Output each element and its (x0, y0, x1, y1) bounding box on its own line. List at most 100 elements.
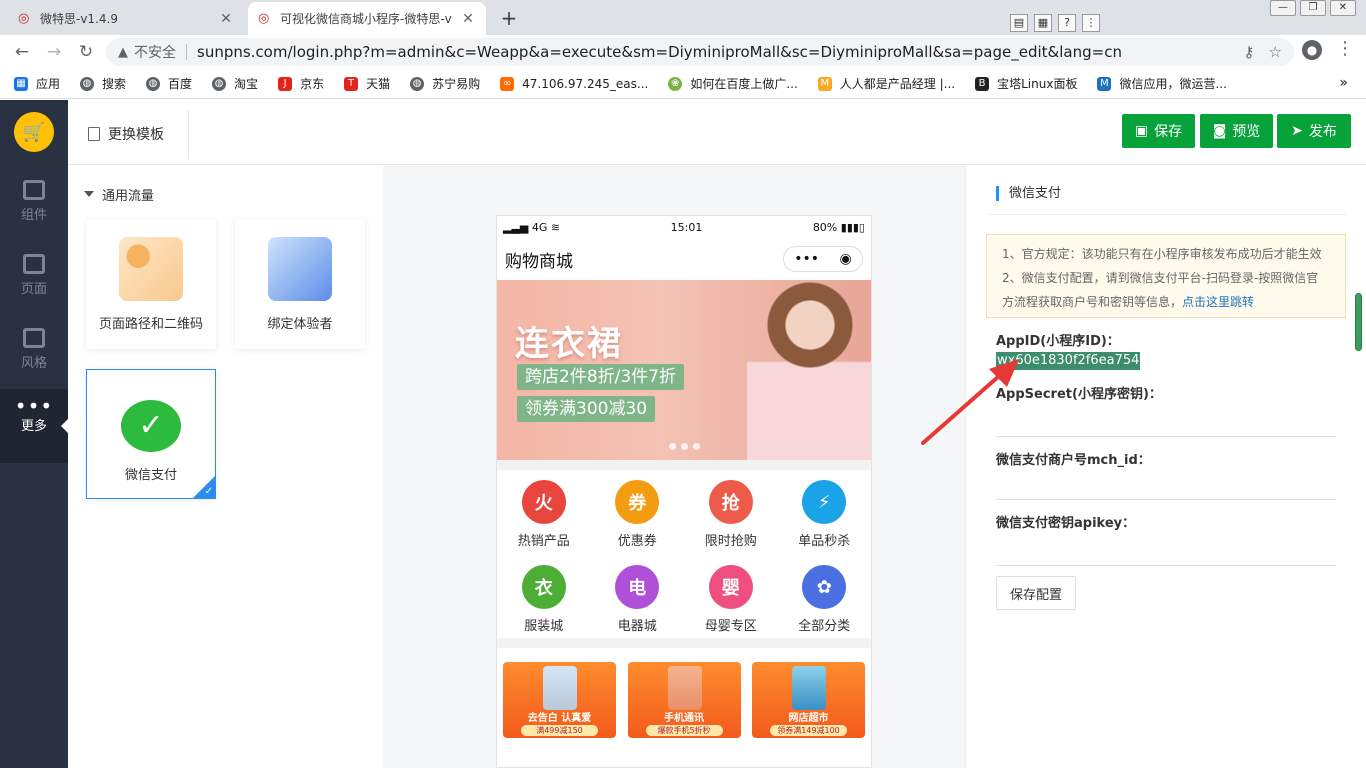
profile-avatar-icon[interactable]: ● (1302, 40, 1322, 60)
promo-card[interactable]: 手机通讯 爆款手机5折秒 (627, 662, 741, 738)
grid-item-appliance[interactable]: 电电器城 (591, 565, 685, 650)
bookmark-item[interactable]: M 微信应用，微运营... (1097, 75, 1227, 92)
bookmark-item[interactable]: M 人人都是产品经理 |... (817, 75, 956, 92)
shopping-cart-logo-icon[interactable]: 🛒 (14, 112, 54, 152)
promo-subtitle: 爆款手机5折秒 (645, 725, 723, 736)
mch-id-input[interactable] (996, 499, 1336, 500)
bookmark-item[interactable]: ◍ 苏宁易购 (410, 75, 480, 92)
window-close-icon[interactable]: ✕ (1330, 0, 1356, 16)
bookmark-item[interactable]: ∞ 47.106.97.245_eas... (500, 76, 648, 91)
grid-item-all-categories[interactable]: ✿ 全部分类 (778, 565, 872, 650)
restore-icon[interactable]: ❐ (1300, 0, 1326, 16)
new-tab-icon[interactable]: + (498, 6, 520, 30)
card-wechat-pay[interactable]: ✓ 微信支付 ✓ (86, 369, 216, 499)
sidebar-item-components[interactable]: 组件 (0, 172, 68, 246)
save-label: 保存 (1154, 124, 1183, 140)
card-label: 绑定体验者 (267, 317, 333, 332)
phone-nav-bar: 购物商城 ••• ◉ (497, 238, 871, 280)
card-label: 微信支付 (124, 468, 177, 483)
target-close-icon[interactable]: ◉ (840, 251, 852, 267)
bind-user-illustration-icon (268, 237, 332, 301)
lightning-icon: ⚡ (802, 480, 847, 524)
sidebar-item-style[interactable]: 风格 (0, 320, 68, 394)
grid-item-coupon[interactable]: 券优惠券 (591, 480, 685, 565)
banner-carousel[interactable]: 连衣裙 跨店2件8折/3件7折 领券满300减30 (497, 280, 871, 460)
publish-button[interactable]: ➤ 发布 (1277, 114, 1351, 148)
extensions-menu-icon[interactable]: ⋮ (1082, 14, 1100, 32)
m-icon: M (1097, 76, 1112, 91)
bookmark-label: 人人都是产品经理 |... (839, 77, 956, 91)
wechat-pay-icon: ✓ (121, 400, 181, 452)
sidebar-item-more[interactable]: ••• 更多 (0, 389, 68, 463)
grid-item-seckill[interactable]: ⚡ 单品秒杀 (778, 480, 872, 565)
reload-icon[interactable]: ↻ (74, 40, 98, 64)
site-logo-icon: ◎ (258, 10, 270, 26)
promo-title: 网店超市 (788, 713, 829, 724)
minimize-icon[interactable]: — (1270, 0, 1296, 16)
url-text[interactable]: sunpns.com/login.php?m=admin&c=Weapp&a=e… (197, 43, 1230, 61)
back-icon[interactable]: ← (10, 40, 34, 64)
preview-icon: ◙ (1212, 123, 1227, 139)
screenshot-extension-icon[interactable]: ▦ (1034, 14, 1052, 32)
browser-tab-active[interactable]: ◎ 可视化微信商城小程序-微特思-v ✕ (248, 2, 486, 35)
style-icon (23, 328, 45, 348)
grid-item-hot[interactable]: 火热销产品 (497, 480, 591, 565)
bookmark-item[interactable]: ▦ 应用 (14, 75, 60, 92)
caret-down-icon (84, 191, 94, 202)
bookmark-item[interactable]: J 京东 (278, 75, 324, 92)
tmall-icon: T (344, 76, 359, 91)
grid-item-mother-baby[interactable]: 婴母婴专区 (684, 565, 778, 650)
bookmarks-overflow-icon[interactable]: » (1339, 75, 1348, 91)
warning-icon: ▲ (118, 44, 128, 60)
sidebar-item-label: 页面 (20, 282, 47, 297)
appsecret-input[interactable] (996, 436, 1336, 437)
close-icon[interactable]: ✕ (460, 11, 476, 27)
sidebar-item-label: 组件 (20, 208, 47, 223)
card-label: 页面路径和二维码 (98, 317, 203, 332)
apikey-input[interactable] (996, 565, 1336, 566)
swap-template-button[interactable]: 更换模板 (88, 124, 164, 144)
card-bind-tester[interactable]: 绑定体验者 (235, 219, 365, 349)
notice-line: 方流程获取商户号和密钥等信息， (1002, 295, 1183, 309)
promo-card[interactable]: 去告白 认真爱 满499减150 (503, 662, 616, 738)
browser-menu-icon[interactable]: ⋮ (1336, 38, 1354, 59)
bookmark-label: 应用 (36, 77, 61, 91)
globe-icon: ◍ (146, 76, 161, 91)
star-icon[interactable]: ☆ (1269, 43, 1282, 61)
bookmark-item[interactable]: B 宝塔Linux面板 (975, 75, 1077, 92)
help-extension-icon[interactable]: ? (1058, 14, 1076, 32)
swap-template-label: 更换模板 (108, 127, 164, 143)
grid-item-label: 优惠券 (617, 534, 657, 549)
browser-tab[interactable]: ◎ 微特思-v1.4.9 ✕ (8, 2, 244, 35)
carrier: 4G (531, 220, 548, 234)
save-config-button[interactable]: 保存配置 (996, 576, 1076, 610)
bookmark-label: 天猫 (366, 77, 391, 91)
promo-product-image (543, 666, 577, 710)
promo-card[interactable]: 网店超市 领券满149减100 (752, 662, 865, 738)
card-page-path-qrcode[interactable]: 页面路径和二维码 (86, 219, 216, 349)
bookmark-item[interactable]: ◍ 淘宝 (212, 75, 258, 92)
close-icon[interactable]: ✕ (218, 11, 234, 27)
bookmark-item[interactable]: T 天猫 (344, 75, 390, 92)
jd-icon: J (278, 76, 293, 91)
key-icon[interactable]: ⚷ (1244, 43, 1255, 61)
more-dots-icon[interactable]: ••• (794, 251, 819, 267)
address-bar[interactable]: ▲ 不安全 sunpns.com/login.php?m=admin&c=Wea… (106, 38, 1294, 66)
leaf-icon: ❀ (668, 76, 683, 91)
miniprogram-capsule[interactable]: ••• ◉ (783, 246, 863, 272)
section-header[interactable]: 通用流量 (84, 185, 154, 204)
save-button[interactable]: ▣ 保存 (1122, 114, 1195, 148)
bookmark-item[interactable]: ◍ 百度 (146, 75, 192, 92)
preview-button[interactable]: ◙ 预览 (1200, 114, 1273, 148)
bookmark-item[interactable]: ❀ 如何在百度上做广... (668, 75, 798, 92)
forward-icon[interactable]: → (42, 40, 66, 64)
scrollbar-thumb[interactable] (1355, 293, 1362, 351)
extension-icons: ▤ ▦ ? ⋮ (1010, 14, 1100, 32)
bookmark-item[interactable]: ◍ 搜索 (80, 75, 126, 92)
jump-link[interactable]: 点击这里跳转 (1182, 295, 1254, 309)
grid-item-flash-sale[interactable]: 抢限时抢购 (684, 480, 778, 565)
grid-item-clothing[interactable]: 衣服装城 (497, 565, 591, 650)
apikey-label: 微信支付密钥apikey： (996, 516, 1136, 531)
pdf-extension-icon[interactable]: ▤ (1010, 14, 1028, 32)
sidebar-item-pages[interactable]: 页面 (0, 246, 68, 320)
